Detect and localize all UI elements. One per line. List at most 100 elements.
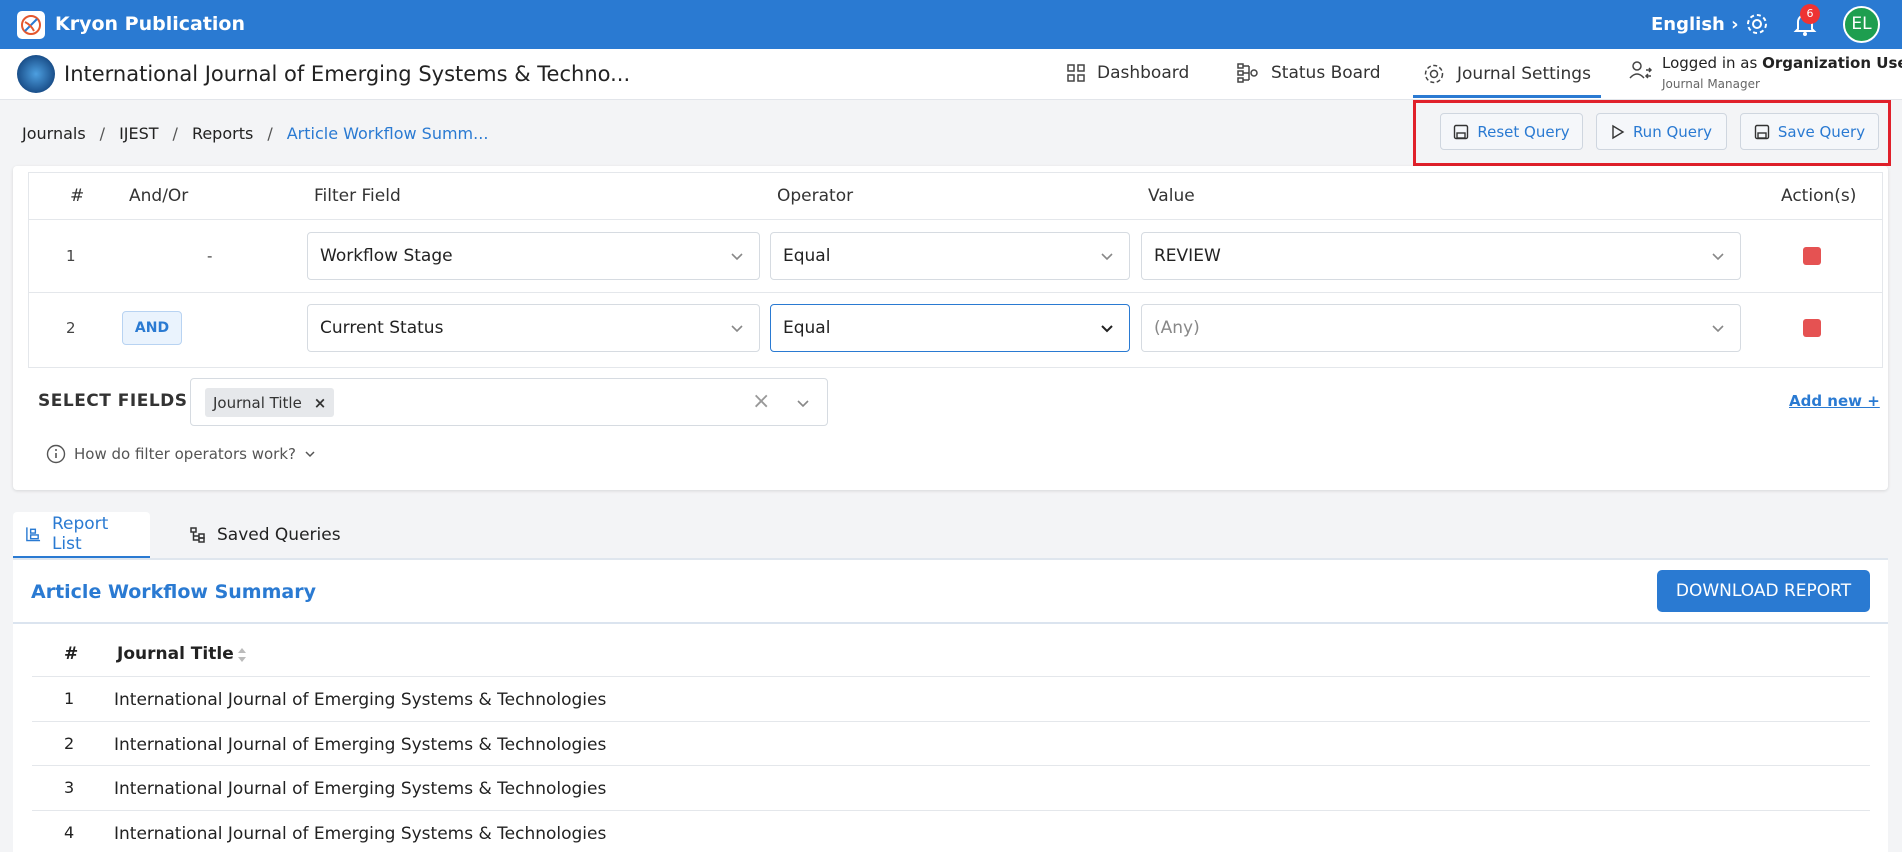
delete-row-trash-icon[interactable] [1803,319,1821,337]
reset-query-label: Reset Query [1477,122,1570,141]
row-number: 4 [64,823,75,842]
chevron-down-icon [731,253,743,261]
tab-report-list[interactable]: Report List [13,512,150,558]
reset-query-button[interactable]: Reset Query [1440,113,1583,150]
clear-all-icon[interactable]: × [752,389,770,414]
floppy-disk-icon [1754,124,1770,139]
operator-select[interactable]: Equal [770,232,1130,280]
operator-value: Equal [783,318,831,338]
tab-saved-queries-label: Saved Queries [217,525,341,545]
breadcrumb-separator: / [267,124,273,143]
chevron-down-icon [1101,253,1113,261]
download-report-button[interactable]: DOWNLOAD REPORT [1657,570,1870,612]
report-divider [13,622,1888,624]
journal-title[interactable]: International Journal of Emerging System… [64,62,630,86]
journal-logo [17,55,55,93]
filter-field-select[interactable]: Current Status [307,304,760,352]
floppy-disk-icon [1454,124,1469,139]
user-switch-icon [1629,61,1653,79]
chevron-down-icon [731,325,743,333]
header-andor: And/Or [129,186,189,206]
row-divider [28,292,1883,293]
nav-status-board[interactable]: Status Board [1237,63,1381,83]
chip-remove-icon[interactable]: × [314,394,327,412]
and-or-toggle[interactable]: AND [122,311,182,345]
dashboard-grid-icon [1067,64,1085,82]
breadcrumb-journals[interactable]: Journals [22,124,86,143]
language-label: English [1651,14,1725,35]
add-new-field-link[interactable]: Add new + [1789,392,1880,410]
chevron-down-icon [1712,325,1724,333]
row-journal-title: International Journal of Emerging System… [114,735,607,755]
breadcrumb: Journals / IJEST / Reports / Article Wor… [22,124,488,143]
table-row[interactable]: 1 International Journal of Emerging Syst… [32,676,1870,721]
play-icon [1612,124,1625,139]
value-value: REVIEW [1154,246,1221,266]
header-actions: Action(s) [1781,186,1857,206]
column-header-journal-title[interactable]: Journal Title [117,644,234,664]
header-filter-field: Filter Field [314,186,401,206]
header-operator: Operator [777,186,854,206]
delete-row-trash-icon[interactable] [1803,247,1821,265]
journal-bar: International Journal of Emerging System… [0,49,1902,100]
report-list-icon [26,527,41,542]
notification-count-badge: 6 [1800,4,1820,24]
user-avatar[interactable]: EL [1843,6,1880,43]
chevron-right-icon: › [1731,14,1739,35]
help-text: How do filter operators work? [74,445,296,463]
chevron-down-icon [1712,253,1724,261]
nav-dashboard[interactable]: Dashboard [1067,63,1189,83]
nav-dashboard-label: Dashboard [1097,63,1190,83]
saved-queries-icon [190,527,205,543]
nav-status-board-label: Status Board [1271,63,1381,83]
value-select[interactable]: (Any) [1141,304,1741,352]
filter-row-andor: - [207,247,213,265]
breadcrumb-reports[interactable]: Reports [192,124,253,143]
run-query-button[interactable]: Run Query [1596,113,1727,150]
select-fields-label: SELECT FIELDS : [38,391,202,411]
breadcrumb-separator: / [172,124,178,143]
filter-row-number: 2 [66,319,76,337]
chevron-down-icon[interactable] [795,395,811,411]
table-row[interactable]: 2 International Journal of Emerging Syst… [32,721,1870,766]
app-logo-icon[interactable] [17,11,45,39]
user-name: Organization User [1762,54,1902,72]
sort-icon[interactable] [236,646,248,664]
tab-report-list-label: Report List [51,514,109,554]
header-num: # [70,186,85,206]
logged-in-prefix: Logged in as [1662,54,1758,72]
table-row[interactable]: 4 International Journal of Emerging Syst… [32,810,1870,852]
settings-gear-icon[interactable] [1745,12,1769,40]
header-value: Value [1148,186,1195,206]
select-fields-input[interactable]: Journal Title × × [190,378,828,426]
tab-saved-queries[interactable]: Saved Queries [177,512,353,558]
value-select[interactable]: REVIEW [1141,232,1741,280]
column-header-num: # [64,644,79,664]
operator-value: Equal [783,246,831,266]
nav-journal-settings-label: Journal Settings [1457,64,1591,84]
field-chip-label: Journal Title [213,393,302,412]
filter-field-value: Current Status [320,318,444,338]
filter-operators-help-toggle[interactable]: How do filter operators work? [46,444,316,464]
app-title: Kryon Publication [55,13,246,35]
operator-select[interactable]: Equal [770,304,1130,352]
filter-field-select[interactable]: Workflow Stage [307,232,760,280]
logged-in-line: Logged in as Organization User [1662,54,1902,72]
filter-field-value: Workflow Stage [320,246,453,266]
save-query-button[interactable]: Save Query [1740,113,1879,150]
app-bar: Kryon Publication English › 6 EL [0,0,1902,49]
chevron-down-icon [305,451,315,458]
journal-settings-gear-icon [1424,64,1444,84]
language-selector[interactable]: English › [1651,14,1739,35]
nav-journal-settings[interactable]: Journal Settings [1413,63,1601,98]
row-journal-title: International Journal of Emerging System… [114,690,607,710]
status-board-icon [1237,63,1258,83]
row-number: 2 [64,734,75,753]
field-chip: Journal Title × [205,388,335,417]
chevron-down-icon [1101,325,1113,333]
value-placeholder: (Any) [1154,318,1200,338]
table-row[interactable]: 3 International Journal of Emerging Syst… [32,765,1870,810]
filter-row-number: 1 [66,247,76,265]
breadcrumb-ijest[interactable]: IJEST [119,124,158,143]
row-number: 3 [64,778,75,797]
